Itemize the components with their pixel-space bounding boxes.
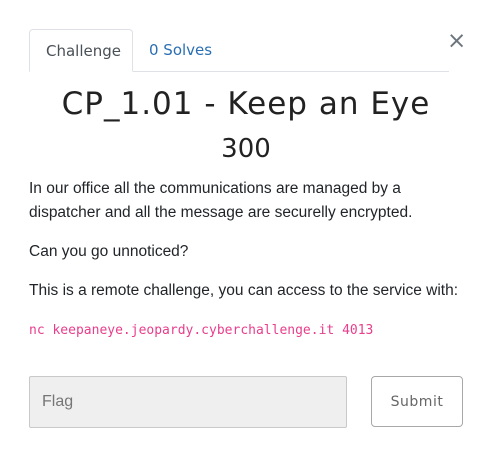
submit-button[interactable]: Submit [371, 376, 463, 427]
description-paragraph: This is a remote challenge, you can acce… [29, 282, 459, 299]
flag-input[interactable] [29, 376, 347, 428]
challenge-points: 300 [221, 134, 271, 164]
tab-solves[interactable]: 0 Solves [133, 29, 228, 72]
tab-challenge[interactable]: Challenge [29, 29, 133, 72]
service-command: nc keepaneye.jeopardy.cyberchallenge.it … [29, 323, 374, 338]
description-paragraph: Can you go unnoticed? [29, 243, 189, 260]
challenge-description: In our office all the communications are… [29, 177, 469, 318]
close-icon[interactable]: × [447, 30, 466, 53]
description-paragraph: In our office all the communications are… [29, 180, 413, 221]
tab-bar: Challenge 0 Solves [29, 29, 449, 72]
challenge-title: CP_1.01 - Keep an Eye [61, 86, 431, 122]
